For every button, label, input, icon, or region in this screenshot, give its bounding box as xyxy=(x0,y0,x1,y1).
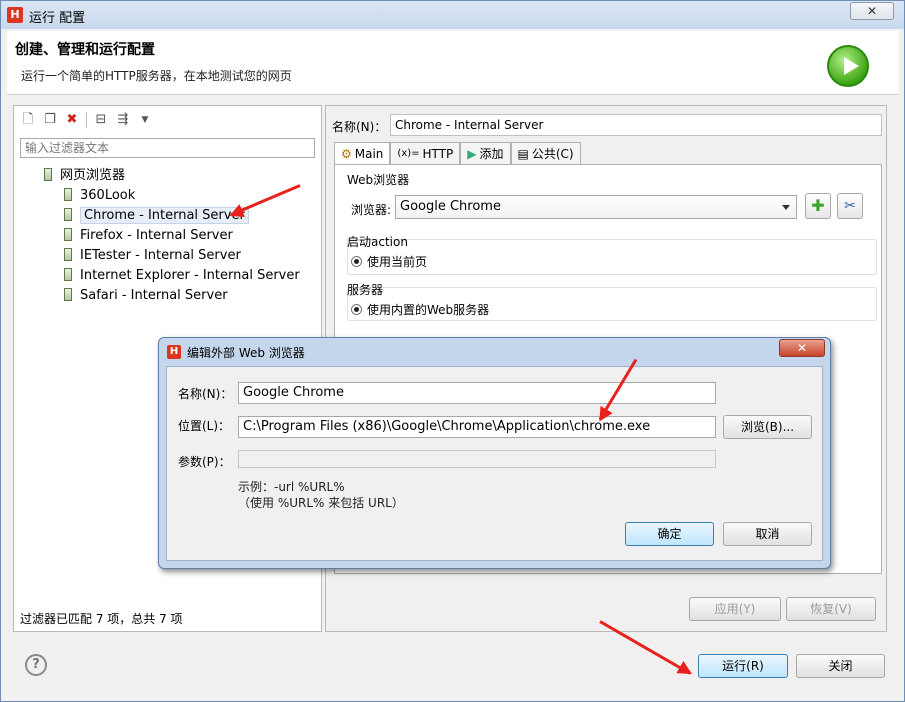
edit-external-browser-dialog: H 编辑外部 Web 浏览器 ✕ 名称(N)： Google Chrome 位置… xyxy=(158,337,831,569)
duplicate-config-icon[interactable]: ❐ xyxy=(42,112,58,128)
config-item-icon xyxy=(64,228,72,241)
config-name-label: 名称(N)： xyxy=(332,120,387,134)
tab-add[interactable]: ▶ 添加 xyxy=(460,142,511,164)
page-description: 运行一个简单的HTTP服务器，在本地测试您的网页 xyxy=(21,69,292,83)
toolbar-divider xyxy=(86,112,87,128)
tab-common[interactable]: ▤ 公共(C) xyxy=(510,142,581,164)
http-tab-icon: (x)= xyxy=(397,147,420,159)
tree-item[interactable]: Internet Explorer - Internal Server xyxy=(64,266,300,286)
config-item-icon xyxy=(64,248,72,261)
window-title: 运行 配置 xyxy=(29,11,86,26)
add-browser-button[interactable]: ✚ xyxy=(805,193,831,219)
tab-main[interactable]: ⚙ Main xyxy=(334,142,391,164)
main-tab-icon: ⚙ xyxy=(341,146,352,161)
tree-item[interactable]: 360Look xyxy=(64,186,300,206)
delete-config-icon[interactable]: ✖ xyxy=(64,112,80,128)
browser-params-input[interactable] xyxy=(238,450,716,468)
run-play-icon xyxy=(827,45,869,87)
dialog-body: 名称(N)： Google Chrome 位置(L)： C:\Program F… xyxy=(166,366,823,561)
browse-button[interactable]: 浏览(B)... xyxy=(723,415,812,439)
example-text: 示例：-url %URL% xyxy=(238,480,345,494)
chevron-down-icon[interactable]: ▼ xyxy=(137,112,153,128)
common-tab-icon: ▤ xyxy=(517,146,529,161)
app-logo-icon: H xyxy=(7,7,23,23)
tree-root-web-browsers[interactable]: 网页浏览器 xyxy=(44,166,300,186)
filter-status-text: 过滤器已匹配 7 项，总共 7 项 xyxy=(20,612,183,626)
new-config-icon[interactable]: 🗋 xyxy=(20,112,36,128)
close-button[interactable]: 关闭 xyxy=(796,654,885,678)
web-browser-group: 浏览器: Google Chrome ✚ ✂ xyxy=(347,181,877,223)
tree-item-selected[interactable]: Chrome - Internal Server xyxy=(64,206,300,226)
use-builtin-server-radio[interactable]: 使用内置的Web服务器 xyxy=(351,301,489,318)
browser-name-input[interactable]: Google Chrome xyxy=(238,382,716,404)
startup-action-group-label: 启动action xyxy=(347,235,408,249)
app-logo-icon: H xyxy=(167,345,181,359)
collapse-all-icon[interactable]: ⊟ xyxy=(93,112,109,128)
filter-icon[interactable]: ⇶ xyxy=(115,112,131,128)
apply-button[interactable]: 应用(Y) xyxy=(689,597,781,621)
config-tabs: ⚙ Main (x)= HTTP ▶ 添加 ▤ 公共(C) xyxy=(334,142,581,164)
dialog-title: 编辑外部 Web 浏览器 xyxy=(187,346,305,360)
title-bar: H 运行 配置 ✕ xyxy=(1,1,904,29)
browser-params-label: 参数(P)： xyxy=(178,455,231,469)
filter-input[interactable]: 输入过滤器文本 xyxy=(20,138,315,158)
config-item-icon xyxy=(64,188,72,201)
config-item-icon xyxy=(64,208,72,221)
config-item-icon xyxy=(64,268,72,281)
browser-location-label: 位置(L)： xyxy=(178,419,231,433)
add-tab-icon: ▶ xyxy=(467,146,477,161)
window-close-button[interactable]: ✕ xyxy=(850,2,894,20)
chevron-down-icon xyxy=(782,205,790,210)
server-group-label: 服务器 xyxy=(347,283,384,297)
use-current-page-radio[interactable]: 使用当前页 xyxy=(351,253,427,270)
header-banner: 创建、管理和运行配置 运行一个简单的HTTP服务器，在本地测试您的网页 xyxy=(7,31,899,95)
help-icon[interactable]: ? xyxy=(25,654,47,676)
browser-label: 浏览器: xyxy=(351,203,392,217)
browser-location-input[interactable]: C:\Program Files (x86)\Google\Chrome\App… xyxy=(238,416,716,438)
cancel-button[interactable]: 取消 xyxy=(723,522,812,546)
page-title: 创建、管理和运行配置 xyxy=(15,42,155,58)
config-toolbar: 🗋 ❐ ✖ ⊟ ⇶ ▼ xyxy=(20,110,153,130)
config-name-input[interactable]: Chrome - Internal Server xyxy=(390,114,882,136)
browser-group-icon xyxy=(44,168,52,181)
tree-item[interactable]: Firefox - Internal Server xyxy=(64,226,300,246)
browser-name-label: 名称(N)： xyxy=(178,387,233,401)
example-hint-text: （使用 %URL% 来包括 URL） xyxy=(238,496,404,510)
tree-item[interactable]: Safari - Internal Server xyxy=(64,286,300,306)
run-button[interactable]: 运行(R) xyxy=(698,654,788,678)
tree-item[interactable]: IETester - Internal Server xyxy=(64,246,300,266)
edit-browser-tools-icon[interactable]: ✂ xyxy=(837,193,863,219)
config-tree: 网页浏览器 360Look Chrome - Internal Server F… xyxy=(44,166,300,306)
tab-http[interactable]: (x)= HTTP xyxy=(390,142,461,164)
revert-button[interactable]: 恢复(V) xyxy=(786,597,876,621)
dialog-close-button[interactable]: ✕ xyxy=(779,339,825,357)
browser-select[interactable]: Google Chrome xyxy=(395,195,797,219)
ok-button[interactable]: 确定 xyxy=(625,522,714,546)
config-item-icon xyxy=(64,288,72,301)
